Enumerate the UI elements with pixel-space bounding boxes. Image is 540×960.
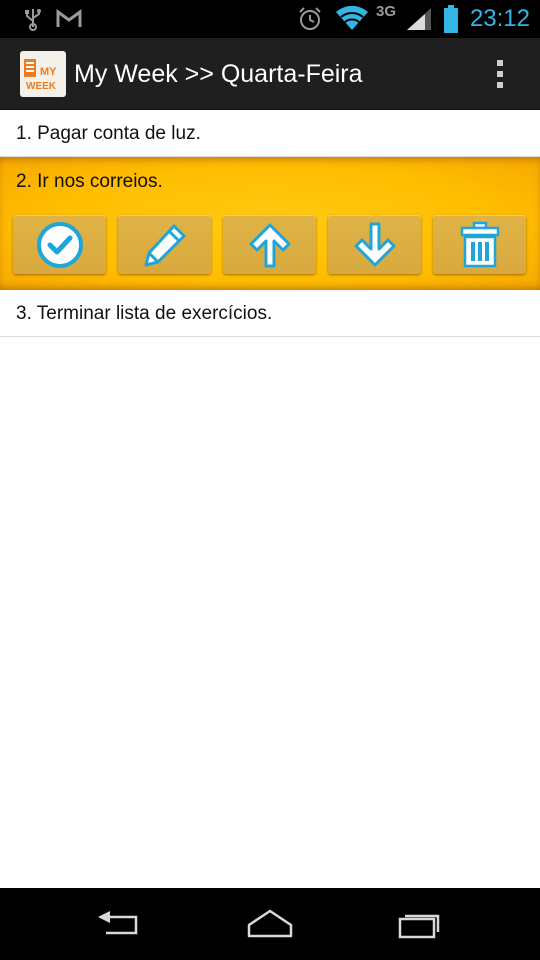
task-label: 3. Terminar lista de exercícios.: [16, 303, 273, 324]
move-up-button[interactable]: [223, 215, 316, 274]
alarm-icon: [296, 0, 324, 38]
svg-text:WEEK: WEEK: [26, 81, 57, 92]
usb-icon: [20, 0, 46, 38]
page-title: My Week >> Quarta-Feira: [74, 60, 363, 88]
network-type-label: 3G: [376, 3, 397, 20]
app-screen: 3G 23:12 MY WEEK My Week >> Quarta-Feira: [0, 0, 540, 960]
task-label: 2. Ir nos correios.: [16, 171, 163, 192]
signal-icon: [404, 0, 434, 38]
task-item-selected[interactable]: 2. Ir nos correios.: [0, 157, 540, 290]
overflow-menu-icon[interactable]: [488, 56, 512, 92]
trash-icon: [460, 221, 499, 267]
task-item[interactable]: 3. Terminar lista de exercícios.: [0, 290, 540, 337]
edit-pencil-icon: [144, 224, 185, 266]
task-list: 1. Pagar conta de luz. 2. Ir nos correio…: [0, 110, 540, 337]
back-icon[interactable]: [60, 888, 180, 960]
arrow-up-icon: [249, 223, 290, 267]
navigation-bar: [0, 888, 540, 960]
status-time: 23:12: [469, 5, 530, 32]
complete-task-button[interactable]: [13, 215, 106, 274]
edit-task-button[interactable]: [118, 215, 211, 274]
arrow-down-icon: [354, 222, 395, 266]
action-bar: MY WEEK My Week >> Quarta-Feira: [0, 38, 540, 110]
move-down-button[interactable]: [328, 215, 421, 274]
task-label: 1. Pagar conta de luz.: [16, 123, 201, 144]
app-logo[interactable]: MY WEEK: [20, 51, 66, 97]
task-action-bar: [13, 215, 527, 275]
recent-apps-icon[interactable]: [360, 888, 480, 960]
battery-icon: [442, 0, 460, 38]
status-bar: 3G 23:12: [0, 0, 540, 38]
gmail-icon: [56, 0, 82, 38]
svg-text:MY: MY: [40, 66, 57, 78]
wifi-icon: [334, 0, 370, 38]
delete-task-button[interactable]: [433, 215, 526, 274]
home-icon[interactable]: [210, 888, 330, 960]
check-icon: [36, 221, 83, 268]
task-item[interactable]: 1. Pagar conta de luz.: [0, 110, 540, 157]
